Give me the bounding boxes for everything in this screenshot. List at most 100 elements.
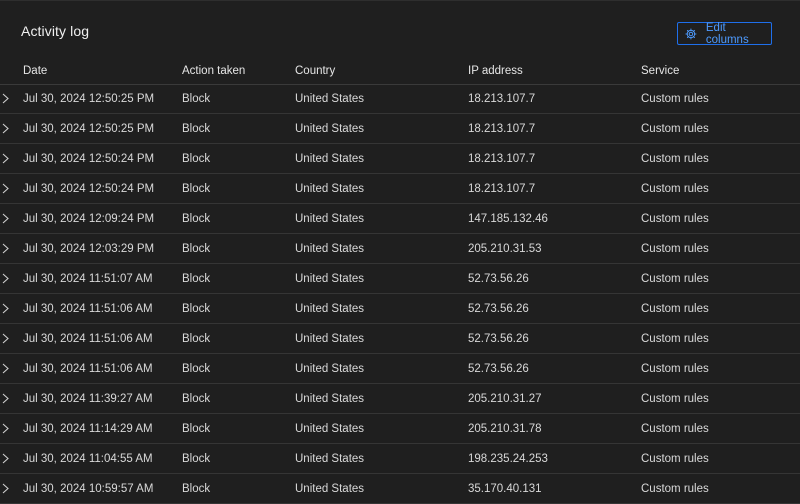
chevron-right-icon[interactable] — [1, 453, 10, 464]
cell-date: Jul 30, 2024 11:51:06 AM — [23, 333, 153, 345]
cell-action-taken: Block — [182, 453, 211, 465]
table-row[interactable]: Jul 30, 2024 12:50:24 PM Block United Stat… — [0, 174, 800, 204]
cell-ip-address: 205.210.31.53 — [468, 243, 542, 255]
cell-country: United States — [295, 363, 365, 375]
cell-ip-address: 18.213.107.7 — [468, 153, 536, 165]
cell-action-taken: Block — [182, 183, 211, 195]
cell-service: Custom rules — [641, 273, 709, 285]
cell-action-taken: Block — [182, 93, 211, 105]
chevron-right-icon[interactable] — [1, 333, 10, 344]
table-header: Date Action taken Country IP address Ser… — [0, 62, 800, 85]
cell-date: Jul 30, 2024 12:50:25 PM — [23, 93, 155, 105]
cell-country: United States — [295, 333, 365, 345]
cell-action-taken: Block — [182, 123, 211, 135]
chevron-right-icon[interactable] — [1, 483, 10, 494]
cell-action-taken: Block — [182, 423, 211, 435]
table-row[interactable]: Jul 30, 2024 12:03:29 PM Block United Stat… — [0, 234, 800, 264]
cell-ip-address: 205.210.31.78 — [468, 423, 542, 435]
cell-action-taken: Block — [182, 363, 211, 375]
cell-service: Custom rules — [641, 183, 709, 195]
cell-service: Custom rules — [641, 303, 709, 315]
chevron-right-icon[interactable] — [1, 153, 10, 164]
cell-country: United States — [295, 393, 365, 405]
table-row[interactable]: Jul 30, 2024 11:51:06 AM Block United Stat… — [0, 324, 800, 354]
cell-ip-address: 205.210.31.27 — [468, 393, 542, 405]
table-row[interactable]: Jul 30, 2024 11:04:55 AM Block United Stat… — [0, 444, 800, 474]
edit-columns-label: Edit columns — [705, 21, 749, 46]
chevron-right-icon[interactable] — [1, 243, 10, 254]
cell-country: United States — [295, 213, 365, 225]
cell-ip-address: 18.213.107.7 — [468, 183, 536, 195]
cell-date: Jul 30, 2024 12:50:25 PM — [23, 123, 155, 135]
chevron-right-icon[interactable] — [1, 273, 10, 284]
cell-action-taken: Block — [182, 213, 211, 225]
cell-country: United States — [295, 93, 365, 105]
table-row[interactable]: Jul 30, 2024 11:51:06 AM Block United Stat… — [0, 354, 800, 384]
chevron-right-icon[interactable] — [1, 393, 10, 404]
cell-ip-address: 52.73.56.26 — [468, 303, 529, 315]
cell-action-taken: Block — [182, 393, 211, 405]
chevron-right-icon[interactable] — [1, 183, 10, 194]
panel-title: Activity log — [21, 23, 90, 39]
cell-date: Jul 30, 2024 12:50:24 PM — [23, 153, 155, 165]
cell-country: United States — [295, 243, 365, 255]
cell-action-taken: Block — [182, 243, 211, 255]
cell-country: United States — [295, 423, 365, 435]
cell-ip-address: 52.73.56.26 — [468, 333, 529, 345]
cell-service: Custom rules — [641, 393, 709, 405]
table-row[interactable]: Jul 30, 2024 12:50:24 PM Block United Stat… — [0, 144, 800, 174]
cell-action-taken: Block — [182, 273, 211, 285]
table-row[interactable]: Jul 30, 2024 11:14:29 AM Block United Stat… — [0, 414, 800, 444]
cell-service: Custom rules — [641, 333, 709, 345]
table-row[interactable]: Jul 30, 2024 11:39:27 AM Block United Stat… — [0, 384, 800, 414]
cell-country: United States — [295, 453, 365, 465]
table-row[interactable]: Jul 30, 2024 12:50:25 PM Block United Stat… — [0, 114, 800, 144]
cell-service: Custom rules — [641, 153, 709, 165]
cell-ip-address: 52.73.56.26 — [468, 273, 529, 285]
cell-ip-address: 18.213.107.7 — [468, 93, 536, 105]
cell-date: Jul 30, 2024 11:51:06 AM — [23, 303, 153, 315]
cell-service: Custom rules — [641, 423, 709, 435]
table-row[interactable]: Jul 30, 2024 12:09:24 PM Block United Stat… — [0, 204, 800, 234]
cell-country: United States — [295, 303, 365, 315]
column-header-ip-address[interactable]: IP address — [468, 65, 523, 77]
cell-date: Jul 30, 2024 11:39:27 AM — [23, 393, 153, 405]
cell-service: Custom rules — [641, 213, 709, 225]
activity-table-body: Jul 30, 2024 12:50:25 PM Block United Stat… — [0, 84, 800, 504]
chevron-right-icon[interactable] — [1, 213, 10, 224]
chevron-right-icon[interactable] — [1, 423, 10, 434]
cell-country: United States — [295, 273, 365, 285]
cell-date: Jul 30, 2024 11:51:07 AM — [23, 273, 153, 285]
table-row[interactable]: Jul 30, 2024 11:51:06 AM Block United Stat… — [0, 294, 800, 324]
cell-action-taken: Block — [182, 483, 211, 495]
cell-country: United States — [295, 123, 365, 135]
cell-ip-address: 147.185.132.46 — [468, 213, 548, 225]
gear-icon — [685, 27, 697, 40]
cell-ip-address: 35.170.40.131 — [468, 483, 542, 495]
column-header-service[interactable]: Service — [641, 65, 679, 77]
cell-action-taken: Block — [182, 303, 211, 315]
cell-country: United States — [295, 483, 365, 495]
chevron-right-icon[interactable] — [1, 123, 10, 134]
chevron-right-icon[interactable] — [1, 363, 10, 374]
cell-country: United States — [295, 153, 365, 165]
cell-service: Custom rules — [641, 363, 709, 375]
table-row[interactable]: Jul 30, 2024 10:59:57 AM Block United Stat… — [0, 474, 800, 504]
cell-action-taken: Block — [182, 153, 211, 165]
column-header-country[interactable]: Country — [295, 65, 335, 77]
cell-date: Jul 30, 2024 12:03:29 PM — [23, 243, 155, 255]
chevron-right-icon[interactable] — [1, 303, 10, 314]
cell-date: Jul 30, 2024 10:59:57 AM — [23, 483, 154, 495]
cell-service: Custom rules — [641, 483, 709, 495]
cell-ip-address: 18.213.107.7 — [468, 123, 536, 135]
chevron-right-icon[interactable] — [1, 93, 10, 104]
cell-ip-address: 52.73.56.26 — [468, 363, 529, 375]
table-row[interactable]: Jul 30, 2024 11:51:07 AM Block United Stat… — [0, 264, 800, 294]
table-row[interactable]: Jul 30, 2024 12:50:25 PM Block United Stat… — [0, 84, 800, 114]
column-header-date[interactable]: Date — [23, 65, 47, 77]
cell-action-taken: Block — [182, 333, 211, 345]
cell-date: Jul 30, 2024 11:04:55 AM — [23, 453, 153, 465]
cell-service: Custom rules — [641, 93, 709, 105]
edit-columns-button[interactable]: Edit columns — [677, 21, 772, 46]
column-header-action-taken[interactable]: Action taken — [182, 65, 245, 77]
